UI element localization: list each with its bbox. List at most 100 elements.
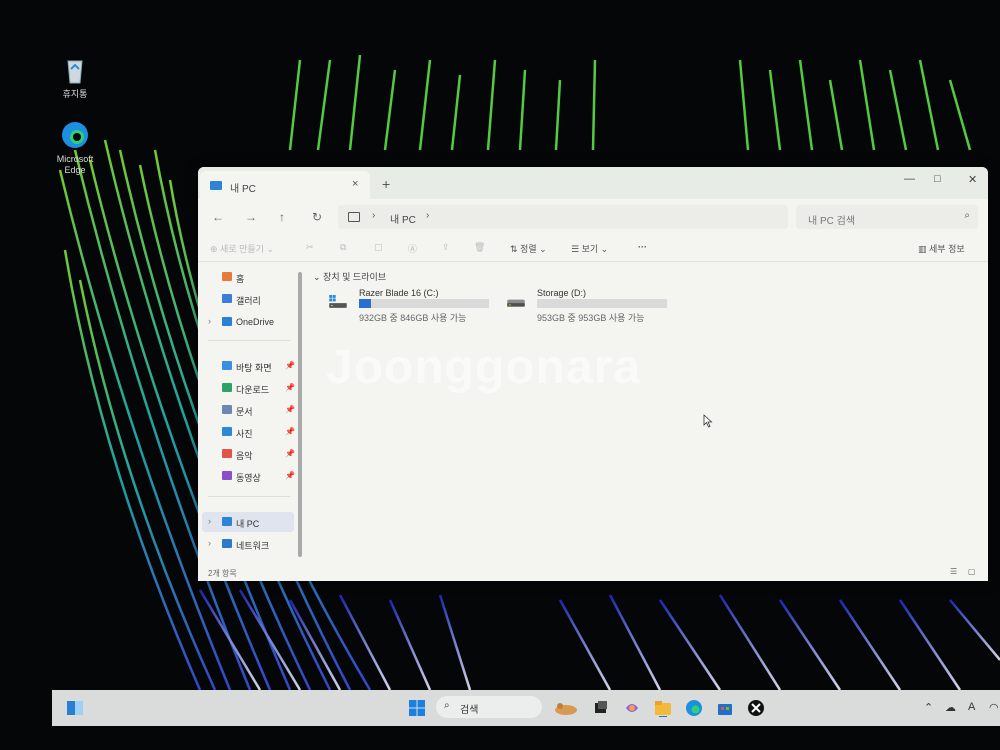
taskbar-search[interactable]: ⌕ 검색 bbox=[436, 696, 542, 718]
pin-icon[interactable]: 📌 bbox=[285, 449, 295, 458]
sidebar-item-home[interactable]: 홈 bbox=[198, 267, 298, 287]
edge-label: Microsoft Edge bbox=[56, 154, 94, 175]
details-button[interactable]: ▥ 세부 정보 bbox=[918, 242, 965, 255]
file-explorer-icon[interactable] bbox=[654, 699, 672, 717]
forward-button[interactable]: → bbox=[245, 210, 257, 224]
mouse-cursor-icon bbox=[703, 414, 713, 428]
tab-close-button[interactable]: × bbox=[352, 178, 358, 190]
group-header-label: 장치 및 드라이브 bbox=[323, 272, 387, 282]
refresh-button[interactable]: ↻ bbox=[312, 210, 322, 224]
up-button[interactable]: ↑ bbox=[279, 210, 285, 224]
sidebar-item-label: 동영상 bbox=[236, 473, 261, 483]
maximize-button[interactable]: □ bbox=[934, 173, 941, 185]
group-header-devices[interactable]: ⌄ 장치 및 드라이브 bbox=[313, 270, 386, 283]
new-tab-button[interactable]: + bbox=[382, 176, 390, 192]
sidebar-item-downloads[interactable]: 다운로드 📌 bbox=[198, 378, 298, 398]
sidebar-item-documents[interactable]: 문서 📌 bbox=[198, 400, 298, 420]
xbox-icon[interactable] bbox=[747, 699, 765, 717]
sidebar-item-label: 다운로드 bbox=[236, 385, 270, 395]
copilot-icon[interactable] bbox=[623, 699, 641, 717]
chevron-up-icon[interactable]: ⌃ bbox=[924, 701, 933, 714]
tab-bar: 내 PC × + — □ ✕ bbox=[198, 167, 988, 199]
back-button[interactable]: ← bbox=[212, 210, 224, 224]
drive-name: Storage (D:) bbox=[537, 288, 587, 298]
sort-label: 정렬 bbox=[520, 244, 537, 254]
drive-usage-bar bbox=[359, 299, 489, 308]
pin-icon[interactable]: 📌 bbox=[285, 405, 295, 414]
sidebar-item-onedrive[interactable]: › OneDrive bbox=[198, 312, 298, 332]
sidebar-item-network[interactable]: › 네트워크 bbox=[198, 534, 298, 554]
downloads-icon bbox=[222, 383, 232, 392]
delete-icon[interactable]: 🗑 bbox=[474, 242, 485, 253]
paste-icon[interactable]: ▢ bbox=[374, 242, 383, 253]
taskbar-search-placeholder: 검색 bbox=[460, 705, 479, 716]
cut-icon[interactable]: ✂ bbox=[306, 242, 314, 253]
wifi-icon[interactable]: ◠ bbox=[989, 701, 999, 714]
widgets-icon[interactable] bbox=[66, 699, 84, 717]
sidebar-item-gallery[interactable]: 갤러리 bbox=[198, 289, 298, 309]
breadcrumb-this-pc[interactable]: 내 PC bbox=[390, 211, 416, 226]
windows-drive-icon bbox=[329, 295, 347, 308]
watermark: Joonggonara bbox=[326, 341, 642, 394]
pin-icon[interactable]: 📌 bbox=[285, 427, 295, 436]
details-view-icon[interactable]: ☰ bbox=[950, 567, 957, 576]
sidebar-item-label: 갤러리 bbox=[236, 296, 261, 306]
sidebar-item-label: 네트워크 bbox=[236, 541, 270, 551]
recycle-bin-shortcut[interactable]: 휴지통 bbox=[50, 55, 100, 100]
copy-icon[interactable]: ⧉ bbox=[340, 242, 346, 253]
tiles-view-icon[interactable]: ▢ bbox=[968, 567, 976, 576]
recycle-bin-icon bbox=[60, 55, 90, 85]
drive-usage-bar bbox=[537, 299, 667, 308]
sidebar-item-label: 사진 bbox=[236, 429, 253, 439]
start-icon[interactable] bbox=[408, 699, 426, 717]
monitor-icon bbox=[210, 181, 222, 190]
edge-icon[interactable] bbox=[685, 699, 703, 717]
desktop-icon bbox=[222, 361, 232, 370]
network-tray-icon[interactable]: ☁ bbox=[945, 701, 956, 714]
gallery-icon bbox=[222, 294, 232, 303]
chevron-right-icon: › bbox=[208, 538, 211, 548]
network-icon bbox=[222, 539, 232, 548]
edge-shortcut[interactable]: Microsoft Edge bbox=[50, 120, 100, 176]
minimize-button[interactable]: — bbox=[904, 173, 915, 185]
music-icon bbox=[222, 449, 232, 458]
sidebar-item-music[interactable]: 음악 📌 bbox=[198, 444, 298, 464]
search-highlight-icon[interactable] bbox=[552, 699, 580, 717]
pin-icon[interactable]: 📌 bbox=[285, 361, 295, 370]
close-button[interactable]: ✕ bbox=[968, 173, 977, 186]
view-button[interactable]: ☰ 보기 ⌄ bbox=[571, 242, 608, 255]
sidebar-item-label: 문서 bbox=[236, 407, 253, 417]
monitor-icon bbox=[348, 212, 360, 222]
sidebar-item-desktop[interactable]: 바탕 화면 📌 bbox=[198, 356, 298, 376]
file-list: ⌄ 장치 및 드라이브 Razer Blade 16 (C:) 932GB 중 … bbox=[313, 262, 983, 566]
pin-icon[interactable]: 📌 bbox=[285, 471, 295, 480]
search-input[interactable]: 내 PC 검색 ⌕ bbox=[796, 205, 978, 229]
sidebar-item-pictures[interactable]: 사진 📌 bbox=[198, 422, 298, 442]
pin-icon[interactable]: 📌 bbox=[285, 383, 295, 392]
new-button[interactable]: ⊕ 새로 만들기 ⌄ bbox=[210, 242, 274, 255]
address-bar[interactable]: › 내 PC › bbox=[338, 205, 788, 229]
hard-drive-icon bbox=[507, 299, 525, 307]
sidebar-item-label: 홈 bbox=[236, 274, 245, 284]
sidebar-item-videos[interactable]: 동영상 📌 bbox=[198, 466, 298, 486]
task-view-icon[interactable] bbox=[592, 699, 610, 717]
sidebar-scrollbar[interactable] bbox=[298, 272, 302, 557]
sidebar-item-label: 내 PC bbox=[236, 519, 260, 529]
share-icon[interactable]: ⇪ bbox=[442, 242, 450, 253]
sort-button[interactable]: ⇅ 정렬 ⌄ bbox=[510, 242, 547, 255]
sidebar-item-this-pc[interactable]: › 내 PC bbox=[202, 512, 294, 532]
taskbar: ⌕ 검색 ⌃ ☁ A ◠ bbox=[52, 690, 1000, 726]
tab-this-pc[interactable]: 내 PC × bbox=[200, 171, 370, 199]
navigation-pane: 홈 갤러리 › OneDrive 바탕 화면 📌 다운로드 📌 문서 📌 사진 … bbox=[198, 262, 308, 566]
store-icon[interactable] bbox=[716, 699, 734, 717]
drive-d[interactable]: Storage (D:) 953GB 중 953GB 사용 가능 bbox=[501, 288, 671, 329]
rename-icon[interactable]: Ⓐ bbox=[408, 242, 417, 255]
input-language-indicator[interactable]: A bbox=[968, 701, 975, 713]
search-icon: ⌕ bbox=[964, 210, 970, 221]
drive-name: Razer Blade 16 (C:) bbox=[359, 288, 439, 298]
home-icon bbox=[222, 272, 232, 281]
sidebar-item-label: 바탕 화면 bbox=[236, 363, 272, 373]
more-button[interactable]: ··· bbox=[638, 242, 647, 252]
drive-c[interactable]: Razer Blade 16 (C:) 932GB 중 846GB 사용 가능 bbox=[323, 288, 493, 329]
sidebar-divider bbox=[208, 496, 290, 497]
